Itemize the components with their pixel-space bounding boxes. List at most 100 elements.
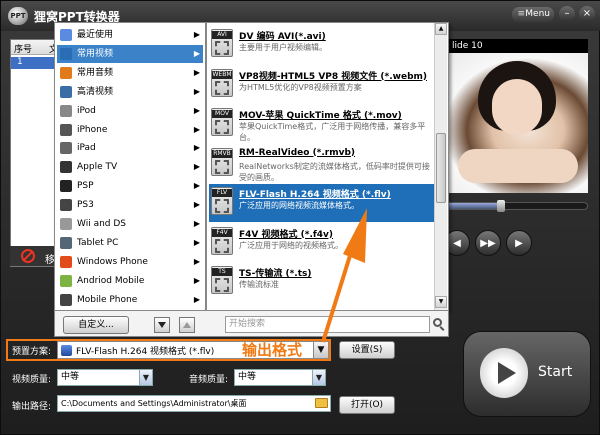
format-icon: RMVB [211, 147, 233, 176]
video-quality-select[interactable]: 中等 ▼ [57, 369, 153, 386]
move-down-icon[interactable] [154, 317, 170, 333]
format-icon: FLV [211, 187, 233, 215]
format-description: RealNetworks制定的流媒体格式，低码率时提供可接受的画质。 [239, 161, 430, 182]
menu-bottom-bar: 自定义... 开始搜索 [54, 310, 449, 337]
menu-item-label: Windows Phone [77, 256, 148, 267]
menu-item-label: PSP [77, 181, 94, 192]
menu-item[interactable]: Tablet PC ▶ [57, 234, 203, 252]
custom-button[interactable]: 自定义... [63, 316, 129, 334]
menu-item[interactable]: Apple TV ▶ [57, 158, 203, 176]
menu-item-label: iPad [77, 143, 96, 154]
format-description: 广泛应用于网络的视频格式。 [239, 240, 343, 250]
open-button[interactable]: 打开(O) [339, 396, 395, 414]
format-item[interactable]: FLV FLV-Flash H.264 视频格式 (*.flv) 广泛应用的网络视频… [209, 184, 436, 222]
next-button[interactable]: ▶▶ [475, 230, 501, 256]
format-item[interactable]: RMVB RM-RealVideo (*.rmvb) RealNetworks制定的… [209, 145, 436, 183]
menu-item-label: Mobile Phone [77, 294, 138, 305]
format-badge-label: AVI [212, 31, 232, 39]
menu-item-label: Wii and DS [77, 219, 126, 229]
format-title: TS-传输流 (*.ts) [239, 269, 312, 279]
menu-item[interactable]: Windows Phone ▶ [57, 253, 203, 271]
menu-item[interactable]: 最近使用 ▶ [57, 26, 203, 44]
submenu-arrow-icon: ▶ [193, 294, 200, 304]
row-index: 1 [17, 57, 23, 67]
format-title: RM-RealVideo (*.rmvb) [239, 147, 356, 158]
format-badge-label: WEBM [212, 70, 232, 79]
move-up-icon[interactable] [179, 317, 195, 333]
tablet-icon [60, 236, 72, 249]
format-item[interactable]: MOV MOV-苹果 QuickTime 格式 (*.mov) 苹果QuickTim… [209, 105, 436, 143]
menu-item[interactable]: 高清视频 ▶ [57, 83, 203, 101]
submenu-arrow-icon: ▶ [193, 181, 200, 191]
audio-quality-select[interactable]: 中等 ▼ [234, 369, 326, 386]
menu-item-label: Tablet PC [77, 237, 119, 248]
ipad-icon [60, 142, 72, 155]
audio-quality-value: 中等 [238, 372, 257, 382]
play-arrow-icon [480, 348, 528, 398]
menu-item[interactable]: Wii and DS ▶ [57, 215, 203, 233]
output-path-value: C:\Documents and Settings\Administrator\… [61, 399, 247, 408]
format-item[interactable]: AVI DV 编码 AVI(*.avi) 主要用于用户视频编辑。 [209, 26, 436, 64]
output-path-label: 输出路径: [12, 402, 52, 412]
format-title: DV 编码 AVI(*.avi) [239, 32, 326, 42]
format-badge-label: F4V [212, 228, 232, 237]
menu-item[interactable]: 常用音频 ▶ [57, 64, 203, 82]
chevron-down-icon[interactable]: ▼ [313, 342, 328, 358]
submenu-arrow-icon: ▶ [193, 86, 200, 96]
settings-button[interactable]: 设置(S) [339, 341, 395, 359]
scroll-thumb[interactable] [436, 133, 446, 203]
scroll-up-icon[interactable]: ▲ [435, 23, 447, 35]
menu-item[interactable]: iPad ▶ [57, 139, 203, 157]
appletv-icon [60, 161, 72, 174]
format-title: VP8视频-HTML5 VP8 视频文件 (*.webm) [239, 71, 427, 82]
android-icon [60, 274, 72, 287]
format-item[interactable]: WEBM VP8视频-HTML5 VP8 视频文件 (*.webm) 为HTML5优… [209, 66, 436, 104]
remove-icon[interactable] [21, 249, 35, 263]
output-path-field[interactable]: C:\Documents and Settings\Administrator\… [57, 395, 331, 412]
menu-item[interactable]: iPod ▶ [57, 102, 203, 120]
search-input[interactable]: 开始搜索 [225, 316, 430, 333]
search-icon[interactable] [433, 318, 442, 327]
submenu-arrow-icon: ▶ [193, 48, 200, 58]
submenu-arrow-icon: ▶ [193, 219, 200, 228]
menu-item[interactable]: iPhone ▶ [57, 121, 203, 139]
ipod-icon [60, 104, 72, 117]
film-icon [215, 120, 229, 134]
format-item[interactable]: TS TS-传输流 (*.ts) 传输流标准 [209, 263, 436, 301]
menu-item[interactable]: PSP ▶ [57, 177, 203, 195]
menu-item-label: PS3 [77, 200, 94, 211]
start-label: Start [538, 364, 573, 380]
scroll-down-icon[interactable]: ▼ [435, 296, 447, 308]
menu-item[interactable]: 常用视频 ▶ [57, 44, 203, 63]
menu-item[interactable]: Mobile Phone ▶ [57, 291, 203, 309]
menu-button[interactable]: ≡ Menu [512, 7, 554, 22]
chevron-down-icon[interactable]: ▼ [139, 370, 152, 385]
file-list[interactable]: 序号 文 1 [10, 39, 61, 267]
film-icon [215, 238, 229, 253]
slide-label: lide 10 [452, 41, 483, 51]
seek-bar[interactable] [438, 200, 588, 212]
chevron-down-icon[interactable]: ▼ [312, 370, 325, 385]
wii-icon [60, 218, 72, 230]
format-title: FLV-Flash H.264 视频格式 (*.flv) [239, 190, 391, 200]
column-header-index: 序号 [14, 45, 33, 55]
play-button[interactable]: ▶ [506, 230, 532, 256]
submenu-arrow-icon: ▶ [193, 256, 200, 266]
mobile-phone-icon [60, 293, 72, 306]
slide-preview [438, 39, 588, 193]
format-description: 主要用于用户视频编辑。 [239, 43, 327, 52]
menu-item-label: iPod [77, 105, 96, 116]
menu-item[interactable]: Andriod Mobile ▶ [57, 272, 203, 290]
submenu-scrollbar[interactable]: ▲ ▼ [434, 23, 447, 310]
submenu-arrow-icon: ▶ [193, 162, 200, 172]
minimize-button[interactable]: – [559, 6, 575, 22]
close-button[interactable]: × [579, 6, 595, 22]
film-icon [215, 278, 229, 292]
format-item[interactable]: F4V F4V 视频格式 (*.f4v) 广泛应用于网络的视频格式。 [209, 224, 436, 262]
folder-icon[interactable] [315, 398, 328, 408]
menu-item[interactable]: PS3 ▶ [57, 196, 203, 214]
start-button[interactable]: Start [463, 331, 591, 417]
seek-thumb[interactable] [497, 200, 506, 212]
format-badge-label: MOV [212, 110, 232, 118]
format-icon: AVI [211, 29, 233, 57]
